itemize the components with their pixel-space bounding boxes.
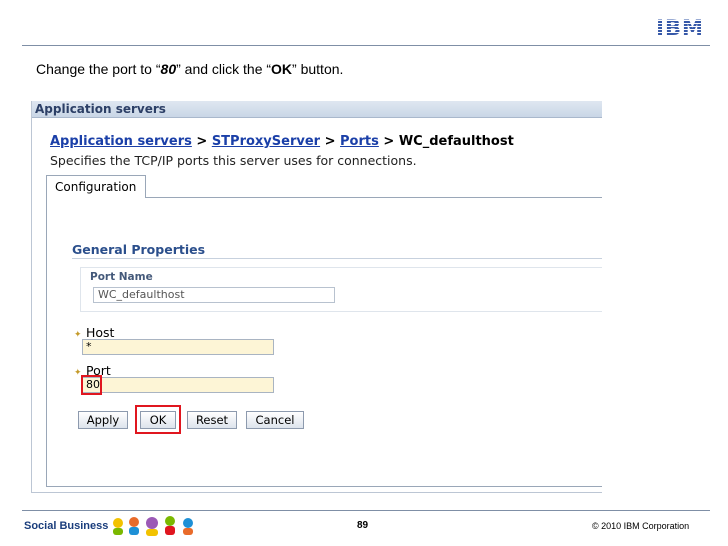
section-divider xyxy=(72,258,602,259)
page-number: 89 xyxy=(357,520,369,531)
port-name-label: Port Name xyxy=(90,271,153,283)
instruction-prefix: Change the port to “ xyxy=(36,61,161,77)
instruction-port-value: 80 xyxy=(160,61,177,77)
breadcrumb-ports[interactable]: Ports xyxy=(340,134,379,149)
footer-title: Social Business xyxy=(24,520,109,532)
instruction-middle: ” and click the “ xyxy=(176,61,272,77)
port-label: Port xyxy=(86,363,111,378)
ibm-logo-text: IBM xyxy=(654,15,706,41)
host-label: Host xyxy=(86,325,115,340)
instruction-button-name: OK xyxy=(271,61,293,77)
breadcrumb-separator: > xyxy=(191,134,212,149)
apply-button[interactable]: Apply xyxy=(78,411,128,429)
section-title: General Properties xyxy=(72,242,206,257)
reset-button[interactable]: Reset xyxy=(187,411,237,429)
cancel-button[interactable]: Cancel xyxy=(246,411,304,429)
breadcrumb-application-servers[interactable]: Application servers xyxy=(50,134,192,149)
header-divider xyxy=(22,45,710,46)
page-description: Specifies the TCP/IP ports this server u… xyxy=(50,153,417,168)
ok-button[interactable]: OK xyxy=(140,411,176,429)
breadcrumb-separator: > xyxy=(378,134,399,149)
port-name-field: WC_defaulthost xyxy=(93,287,335,303)
breadcrumb-stproxyserver[interactable]: STProxyServer xyxy=(212,134,320,149)
instruction-text: Change the port to “80” and click the “O… xyxy=(36,61,343,77)
copyright: © 2010 IBM Corporation xyxy=(592,521,690,531)
social-people-icon xyxy=(113,516,193,536)
breadcrumb-separator: > xyxy=(320,134,341,149)
breadcrumb: Application servers > STProxyServer > Po… xyxy=(50,134,514,149)
required-field-icon: ✦ xyxy=(74,368,82,378)
window-title: Application servers xyxy=(32,101,602,118)
ibm-logo: IBM xyxy=(654,15,706,41)
required-field-icon: ✦ xyxy=(74,330,82,340)
console-screenshot: Application servers Application servers … xyxy=(31,101,602,493)
port-input[interactable]: 80 xyxy=(82,377,274,393)
instruction-suffix: ” button. xyxy=(292,61,344,77)
host-input[interactable]: * xyxy=(82,339,274,355)
footer-divider xyxy=(22,510,710,511)
breadcrumb-current: WC_defaulthost xyxy=(398,134,514,149)
tab-configuration[interactable]: Configuration xyxy=(46,175,146,198)
